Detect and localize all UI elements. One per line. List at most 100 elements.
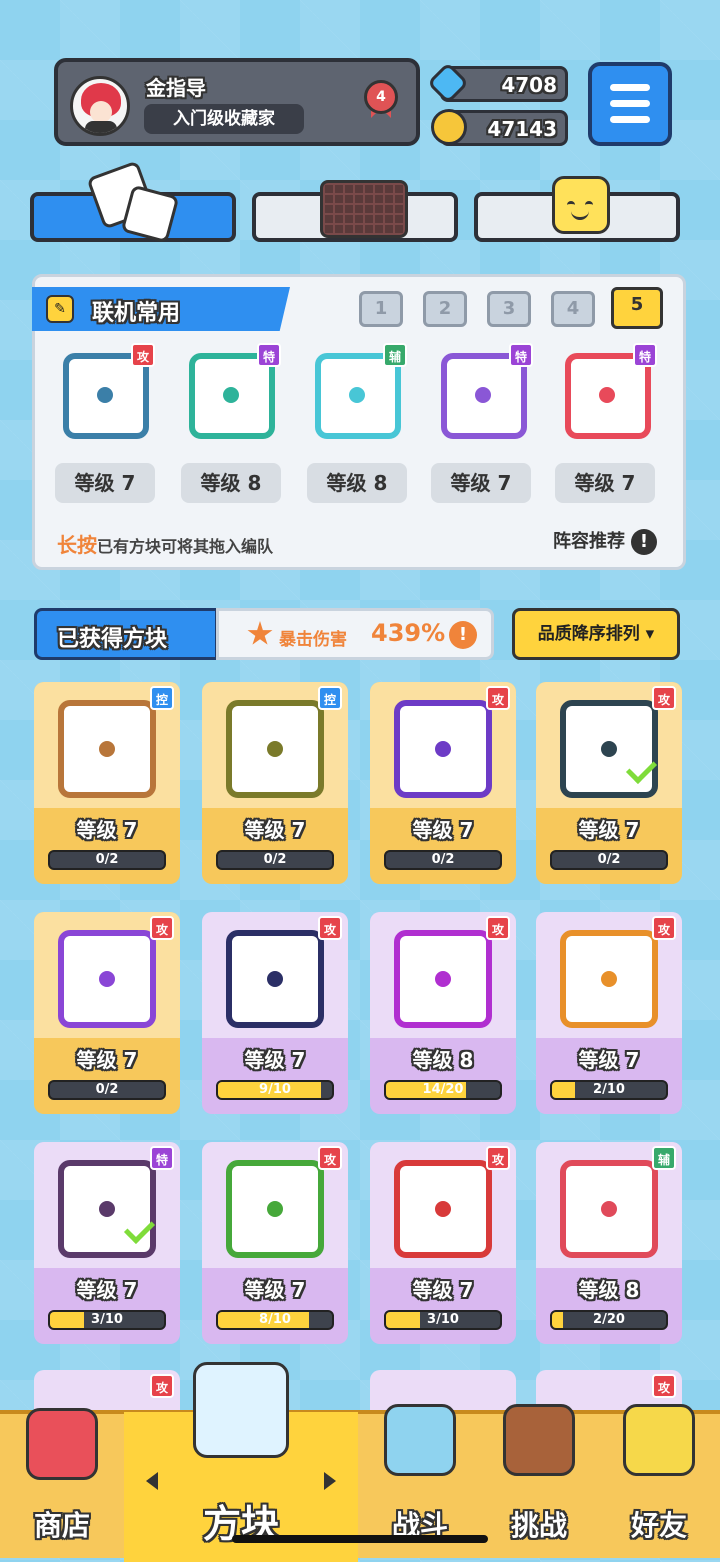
block-pip <box>601 1201 617 1217</box>
tab-dice[interactable] <box>30 160 236 244</box>
tab-emoji[interactable] <box>474 176 680 242</box>
block-card[interactable]: 攻等级 7 9/10 <box>202 912 348 1114</box>
shop-icon <box>26 1408 98 1480</box>
deck-card-level: 等级 7 <box>55 463 155 503</box>
block-type-tag: 攻 <box>486 916 510 940</box>
block-type-tag: 攻 <box>652 686 676 710</box>
deck-slot-2[interactable]: 2 <box>423 291 467 327</box>
block-card[interactable]: 攻等级 7 0/2 <box>370 682 516 884</box>
arrow-left-icon[interactable] <box>146 1472 158 1490</box>
gem-icon <box>426 61 470 105</box>
block-card[interactable]: 辅等级 8 2/20 <box>536 1142 682 1344</box>
deck-card-4[interactable]: 特 <box>435 343 533 443</box>
smiley-icon <box>552 176 610 234</box>
user-title: 入门级收藏家 <box>144 104 304 134</box>
nav-challenge[interactable]: 挑战 <box>480 1404 598 1562</box>
block-card[interactable]: 控等级 7 0/2 <box>34 682 180 884</box>
block-pip <box>435 971 451 987</box>
deck-card-5[interactable]: 特 <box>559 343 657 443</box>
block-type-tag: 攻 <box>318 1146 342 1170</box>
sword-shield-icon <box>384 1404 456 1476</box>
block-type-tag: 攻 <box>150 1374 174 1398</box>
tab-board[interactable] <box>252 180 458 242</box>
block-card[interactable]: 攻等级 7 8/10 <box>202 1142 348 1344</box>
nav-friends[interactable]: 好友 <box>598 1404 720 1562</box>
block-level: 等级 7 <box>412 1278 474 1302</box>
nav-shop-label: 商店 <box>33 1509 90 1542</box>
block-level: 等级 7 <box>76 818 138 842</box>
block-type-tag: 控 <box>150 686 174 710</box>
arrow-right-icon[interactable] <box>324 1472 336 1490</box>
block-pip <box>99 971 115 987</box>
deck-card-level: 等级 8 <box>181 463 281 503</box>
deck-hint-text: 已有方块可将其拖入编队 <box>97 537 274 556</box>
block-type-tag: 攻 <box>318 916 342 940</box>
block-level: 等级 8 <box>578 1278 640 1302</box>
friend-icon <box>623 1404 695 1476</box>
block-card[interactable]: 攻等级 7 0/2 <box>34 912 180 1114</box>
block-type-tag: 控 <box>318 686 342 710</box>
block-card[interactable]: 攻等级 7 2/10 <box>536 912 682 1114</box>
block-card[interactable]: 攻等级 8 14/20 <box>370 912 516 1114</box>
block-type-tag: 特 <box>150 1146 174 1170</box>
block-level: 等级 7 <box>244 1278 306 1302</box>
info-icon[interactable]: ! <box>449 621 477 649</box>
block-type-tag: 特 <box>257 343 281 367</box>
block-card[interactable]: 攻等级 7 0/2 <box>536 682 682 884</box>
deck-card-2[interactable]: 特 <box>183 343 281 443</box>
upgrade-progress-text: 3/10 <box>427 1312 459 1327</box>
block-pip <box>435 741 451 757</box>
deck-slot-4[interactable]: 4 <box>551 291 595 327</box>
block-type-tag: 攻 <box>486 686 510 710</box>
rank-number: 4 <box>364 80 398 114</box>
upgrade-progress-bar: 14/20 <box>384 1080 502 1100</box>
coin-counter[interactable]: 47143 <box>431 109 568 146</box>
menu-button[interactable] <box>588 62 672 146</box>
collection-title-banner: 已获得方块 <box>34 608 218 660</box>
crit-damage-panel[interactable]: 暴击伤害 439% ! <box>216 608 494 660</box>
deck-slot-1[interactable]: 1 <box>359 291 403 327</box>
deck-slot-5[interactable]: 5 <box>611 287 663 329</box>
deck-card-level: 等级 7 <box>555 463 655 503</box>
edit-icon[interactable]: ✎ <box>46 295 74 323</box>
upgrade-progress-bar: 0/2 <box>384 850 502 870</box>
block-card[interactable]: 控等级 7 0/2 <box>202 682 348 884</box>
block-cube-icon <box>193 1362 289 1458</box>
home-indicator[interactable] <box>232 1535 488 1543</box>
upgrade-progress-bar: 0/2 <box>550 850 668 870</box>
deck-card-1[interactable]: 攻 <box>57 343 155 443</box>
upgrade-progress-text: 0/2 <box>95 1082 119 1097</box>
upgrade-progress-text: 0/2 <box>431 852 455 867</box>
lineup-recommend-button[interactable]: 阵容推荐! <box>553 527 657 555</box>
block-pip <box>601 971 617 987</box>
upgrade-progress-bar: 2/20 <box>550 1310 668 1330</box>
block-pip <box>435 1201 451 1217</box>
sort-button[interactable]: 品质降序排列 ▾ <box>512 608 680 660</box>
avatar[interactable] <box>70 76 130 136</box>
deck-card-3[interactable]: 辅 <box>309 343 407 443</box>
rank-badge: 4 <box>364 80 398 120</box>
deck-slot-3[interactable]: 3 <box>487 291 531 327</box>
profile-panel[interactable]: 金指导 入门级收藏家 4 <box>54 58 420 146</box>
upgrade-progress-text: 14/20 <box>422 1082 464 1097</box>
upgrade-progress-bar: 3/10 <box>48 1310 166 1330</box>
block-level: 等级 7 <box>76 1048 138 1072</box>
deck-hint: 长按已有方块可将其拖入编队 <box>57 529 273 558</box>
upgrade-progress-bar: 2/10 <box>550 1080 668 1100</box>
block-card[interactable]: 特等级 7 3/10 <box>34 1142 180 1344</box>
upgrade-progress-bar: 8/10 <box>216 1310 334 1330</box>
gem-counter[interactable]: 4708 <box>426 61 568 105</box>
block-type-tag: 攻 <box>131 343 155 367</box>
upgrade-progress-text: 0/2 <box>95 852 119 867</box>
block-pip <box>267 971 283 987</box>
block-type-tag: 特 <box>509 343 533 367</box>
block-level: 等级 7 <box>244 1048 306 1072</box>
block-type-tag: 特 <box>633 343 657 367</box>
block-level: 等级 8 <box>412 1048 474 1072</box>
block-level: 等级 7 <box>578 818 640 842</box>
nav-shop[interactable]: 商店 <box>0 1408 124 1562</box>
crit-star-icon <box>247 621 273 645</box>
menu-icon <box>610 84 650 91</box>
block-card[interactable]: 攻等级 7 3/10 <box>370 1142 516 1344</box>
lineup-recommend-label: 阵容推荐 <box>553 531 625 552</box>
